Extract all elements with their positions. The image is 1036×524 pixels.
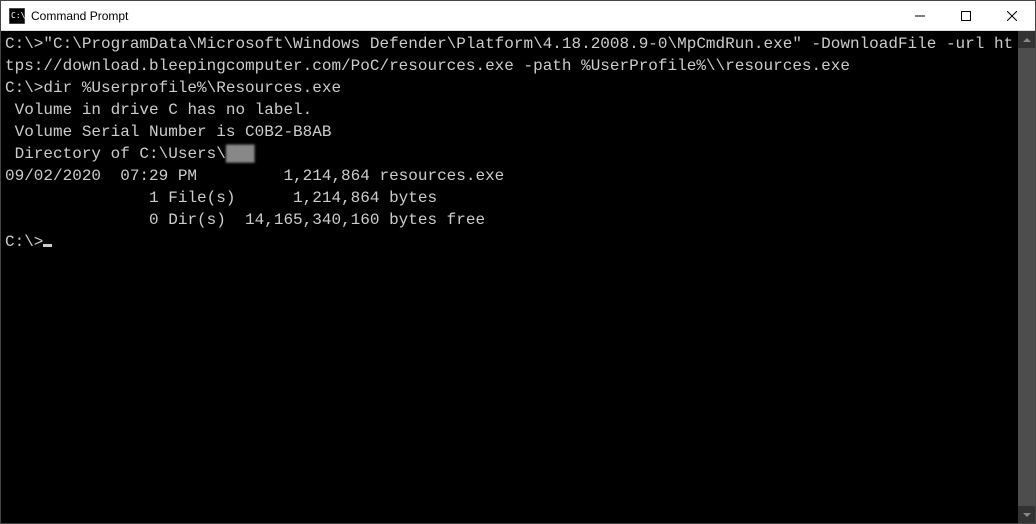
scrollbar-thumb[interactable] xyxy=(1018,48,1035,506)
terminal-line: C:\>"C:\ProgramData\Microsoft\Windows De… xyxy=(5,33,1018,77)
terminal-line: Directory of C:\Users\███ xyxy=(5,143,1018,165)
prompt: C:\> xyxy=(5,233,43,251)
censored-username: ███ xyxy=(226,143,258,165)
terminal-line: Volume Serial Number is C0B2-B8AB xyxy=(5,121,1018,143)
terminal-line: 0 Dir(s) 14,165,340,160 bytes free xyxy=(5,209,1018,231)
window-title: Command Prompt xyxy=(31,9,897,23)
scrollbar-track[interactable] xyxy=(1018,48,1035,506)
maximize-button[interactable] xyxy=(943,1,989,30)
terminal-area: C:\>"C:\ProgramData\Microsoft\Windows De… xyxy=(1,31,1035,523)
chevron-down-icon xyxy=(1023,513,1031,517)
terminal-line: 09/02/2020 07:29 PM 1,214,864 resources.… xyxy=(5,165,1018,187)
vertical-scrollbar[interactable] xyxy=(1018,31,1035,523)
close-button[interactable] xyxy=(989,1,1035,30)
svg-text:C:\: C:\ xyxy=(11,11,25,20)
titlebar[interactable]: C:\ Command Prompt xyxy=(1,1,1035,31)
cmd-icon: C:\ xyxy=(9,8,25,24)
chevron-up-icon xyxy=(1023,38,1031,42)
terminal-line: Volume in drive C has no label. xyxy=(5,99,1018,121)
scroll-up-button[interactable] xyxy=(1018,31,1035,48)
terminal-line: 1 File(s) 1,214,864 bytes xyxy=(5,187,1018,209)
scroll-down-button[interactable] xyxy=(1018,506,1035,523)
terminal-text: Directory of C:\Users\ xyxy=(5,145,226,163)
terminal-line: C:\> xyxy=(5,231,1018,253)
cursor xyxy=(43,244,52,247)
terminal-line: C:\>dir %Userprofile%\Resources.exe xyxy=(5,77,1018,99)
command-prompt-window: C:\ Command Prompt C:\>"C:\ProgramData\M… xyxy=(0,0,1036,524)
window-controls xyxy=(897,1,1035,30)
terminal-output[interactable]: C:\>"C:\ProgramData\Microsoft\Windows De… xyxy=(1,31,1018,523)
minimize-button[interactable] xyxy=(897,1,943,30)
